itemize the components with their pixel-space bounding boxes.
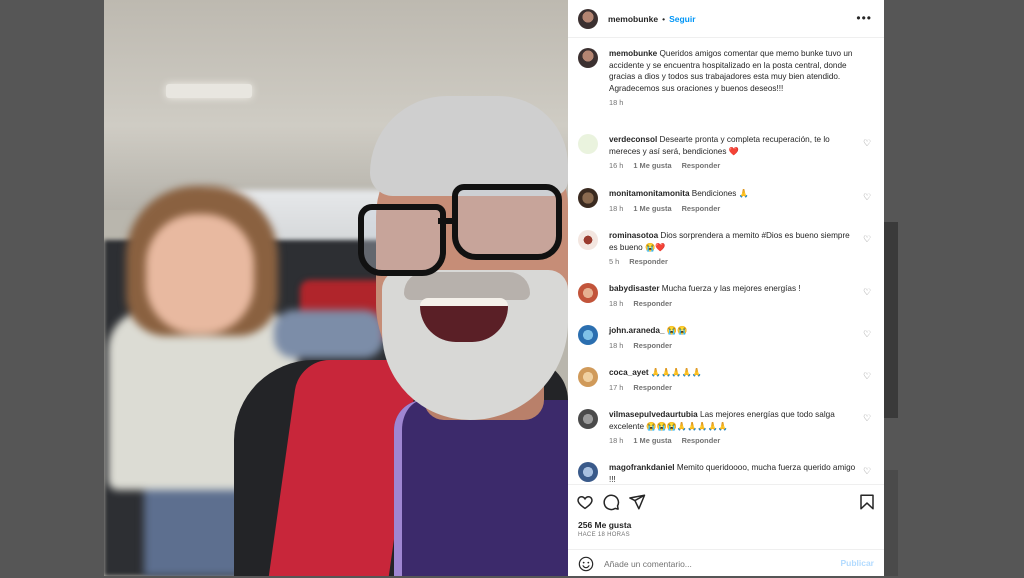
comment-like-heart-icon[interactable]: ♡: [862, 192, 872, 202]
comment-text: 🙏🙏🙏🙏🙏: [650, 368, 702, 377]
comment-username[interactable]: magofrankdaniel: [609, 463, 675, 472]
comment-time: 18 h: [609, 203, 624, 213]
comment-avatar[interactable]: [578, 367, 598, 387]
reply-button[interactable]: Responder: [682, 436, 721, 445]
comment-username[interactable]: verdeconsol: [609, 135, 657, 144]
comment-username[interactable]: rominasotoa: [609, 231, 658, 240]
comment-avatar[interactable]: [578, 462, 598, 482]
comment-username[interactable]: monitamonitamonita: [609, 189, 690, 198]
comment-time: 5 h: [609, 257, 620, 266]
comment-like-heart-icon[interactable]: ♡: [862, 466, 872, 476]
publish-button[interactable]: Publicar: [840, 558, 874, 568]
comment-like-heart-icon[interactable]: ♡: [862, 413, 872, 423]
like-count[interactable]: 256 Me gusta: [578, 520, 631, 530]
backdrop-next-post: [884, 222, 898, 418]
caption-username[interactable]: memobunke: [609, 49, 657, 58]
author-avatar[interactable]: [578, 8, 598, 29]
comment-text: 😭😭: [666, 326, 688, 335]
comment-icon[interactable]: [602, 493, 620, 511]
backdrop-next-post-lower: [884, 470, 898, 576]
comment-likes[interactable]: 1 Me gusta: [633, 204, 671, 213]
comment-username[interactable]: vilmasepulvedaurtubia: [609, 410, 698, 419]
comment-input[interactable]: [604, 555, 824, 573]
comment-like-heart-icon[interactable]: ♡: [862, 329, 872, 339]
caption-avatar[interactable]: [578, 48, 598, 68]
post-modal: memobunke • Seguir ••• memobunke Querido…: [104, 0, 884, 576]
comment-username[interactable]: coca_ayet: [609, 368, 649, 377]
comment-item: rominasotoa Dios sorprendera a memito #D…: [578, 230, 874, 268]
comment-text: Bendiciones 🙏: [691, 189, 749, 198]
follow-button[interactable]: Seguir: [669, 14, 695, 24]
post-timestamp: HACE 18 HORAS: [578, 532, 630, 538]
comment-likes[interactable]: 1 Me gusta: [633, 436, 671, 445]
separator-dot: •: [662, 13, 666, 24]
post-side-panel: memobunke • Seguir ••• memobunke Querido…: [568, 0, 884, 576]
comment-like-heart-icon[interactable]: ♡: [862, 138, 872, 148]
comment-avatar[interactable]: [578, 325, 598, 345]
post-header: memobunke • Seguir •••: [568, 0, 884, 38]
caption-text-2: Agradecemos sus oraciones y buenos deseo…: [609, 83, 784, 93]
comment-item: coca_ayet 🙏🙏🙏🙏🙏 17 h Responder ♡: [578, 367, 874, 393]
comment-avatar[interactable]: [578, 409, 598, 429]
photo-man-hair: [370, 96, 568, 196]
author-username[interactable]: memobunke: [608, 14, 658, 24]
post-actions: 256 Me gusta HACE 18 HORAS Publicar: [568, 484, 884, 577]
comment-username[interactable]: john.araneda_: [609, 326, 665, 335]
reply-button[interactable]: Responder: [682, 161, 721, 170]
comment-like-heart-icon[interactable]: ♡: [862, 371, 872, 381]
comment-item: vilmasepulvedaurtubia Las mejores energí…: [578, 409, 874, 447]
heart-icon[interactable]: [576, 493, 594, 511]
share-icon[interactable]: [628, 493, 646, 511]
comment-avatar[interactable]: [578, 188, 598, 208]
comment-avatar[interactable]: [578, 230, 598, 250]
post-caption: memobunke Queridos amigos comentar que m…: [578, 48, 874, 109]
photo-glasses: [358, 204, 446, 276]
comment-item: babydisaster Mucha fuerza y las mejores …: [578, 283, 874, 309]
comment-time: 18 h: [609, 340, 624, 350]
comment-time: 17 h: [609, 382, 624, 392]
comment-like-heart-icon[interactable]: ♡: [862, 234, 872, 244]
comment-time: 16 h: [609, 161, 624, 170]
reply-button[interactable]: Responder: [633, 341, 672, 350]
reply-button[interactable]: Responder: [633, 383, 672, 392]
caption-time: 18 h: [609, 98, 624, 107]
comments-list[interactable]: memobunke Queridos amigos comentar que m…: [568, 38, 884, 484]
comment-avatar[interactable]: [578, 283, 598, 303]
post-photo[interactable]: [104, 0, 568, 576]
comment-time: 18 h: [609, 436, 624, 445]
reply-button[interactable]: Responder: [682, 204, 721, 213]
comment-text: Mucha fuerza y las mejores energías !: [661, 284, 801, 293]
comment-item: john.araneda_ 😭😭 18 h Responder ♡: [578, 325, 874, 351]
reply-button[interactable]: Responder: [633, 299, 672, 308]
comment-item: verdeconsol Desearte pronta y completa r…: [578, 134, 874, 172]
reply-button[interactable]: Responder: [629, 257, 668, 266]
comment-username[interactable]: babydisaster: [609, 284, 660, 293]
comment-likes[interactable]: 1 Me gusta: [633, 161, 671, 170]
emoji-icon[interactable]: [578, 556, 594, 572]
comment-time: 18 h: [609, 298, 624, 308]
comment-item: monitamonitamonita Bendiciones 🙏 18 h 1 M…: [578, 188, 874, 214]
comment-composer: Publicar: [568, 549, 884, 578]
comment-like-heart-icon[interactable]: ♡: [862, 287, 872, 297]
comment-avatar[interactable]: [578, 134, 598, 154]
bookmark-icon[interactable]: [858, 493, 876, 511]
more-options-icon[interactable]: •••: [856, 11, 872, 25]
comment-item: magofrankdaniel Memito queridoooo, mucha…: [578, 462, 874, 484]
